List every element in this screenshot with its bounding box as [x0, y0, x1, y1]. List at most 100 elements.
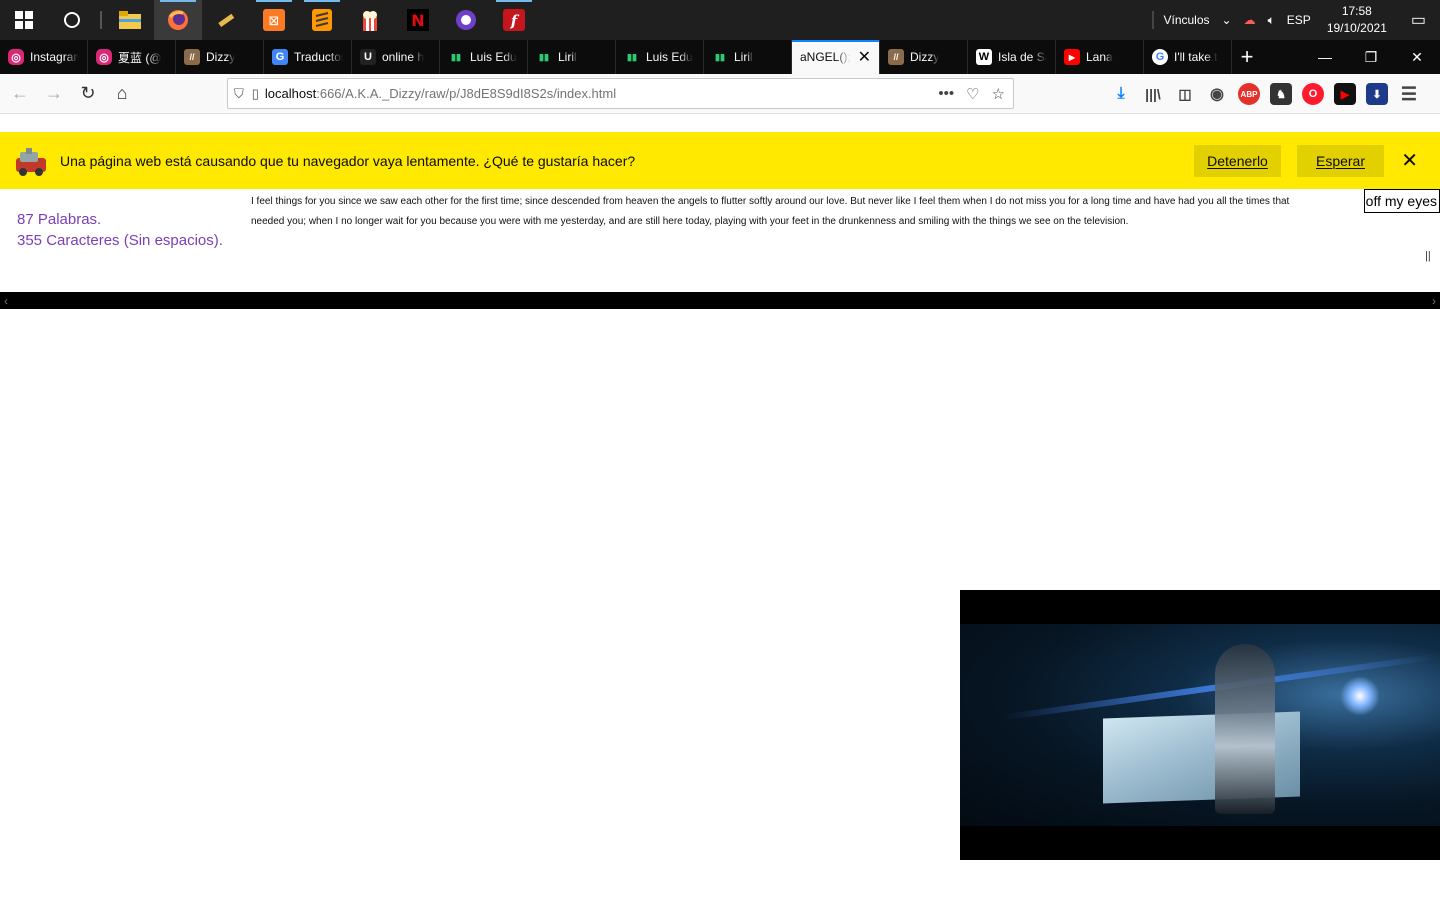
video-spotlight — [1340, 676, 1380, 716]
tab-title: Liril — [558, 50, 577, 64]
close-window-icon[interactable]: ✕ — [1394, 40, 1440, 74]
dizzy-icon: // — [888, 49, 904, 65]
wikipedia-icon: W — [976, 49, 992, 65]
library-icon[interactable]: |||\ — [1142, 83, 1164, 105]
system-tray: Vínculos ⌄ ☁ 🔈︎ ESP 17:58 19/10/2021 ▭ — [1148, 0, 1440, 40]
window-controls: — ❐ ✕ — [1302, 40, 1440, 74]
clock[interactable]: 17:58 19/10/2021 — [1317, 3, 1397, 37]
app-hammer-icon[interactable] — [202, 0, 250, 40]
browser-tab[interactable]: ◎ 夏蓝 (@ — [88, 40, 176, 74]
clock-date: 19/10/2021 — [1326, 21, 1387, 35]
video-downloader-icon[interactable]: ⬇ — [1366, 83, 1388, 105]
pocket-icon[interactable]: ♡ — [966, 85, 979, 103]
ui-icon: U — [360, 49, 376, 65]
close-tab-icon[interactable]: ✕ — [858, 47, 871, 67]
chart-icon: ▮▮ — [627, 51, 637, 62]
windows-taskbar: ⊠ N f Vínculos ⌄ ☁ 🔈︎ ESP 17:58 19/10/20… — [0, 0, 1440, 40]
stop-button[interactable]: Detenerlo — [1194, 145, 1281, 177]
page-info-icon[interactable]: ▯ — [252, 86, 259, 102]
youtube-icon: ▶ — [1064, 49, 1080, 65]
browser-tab[interactable]: ▶ Lana — [1056, 40, 1144, 74]
file-explorer-icon[interactable] — [106, 0, 154, 40]
taskbar-divider — [100, 11, 102, 29]
browser-tab[interactable]: // Dizzy — [880, 40, 968, 74]
wait-button[interactable]: Esperar — [1297, 145, 1384, 177]
chart-icon: ▮▮ — [715, 51, 725, 62]
tab-title: Dizzy — [206, 50, 236, 64]
home-button[interactable]: ⌂ — [106, 78, 138, 110]
tab-title: Traductor — [294, 50, 343, 64]
toolbar-extensions: ⤓ |||\ ◫ ◉ ABP ♞ O ▶ ⬇ ☰ — [1110, 74, 1420, 114]
netflix-icon[interactable]: N — [394, 0, 442, 40]
svg-text:⊠: ⊠ — [269, 14, 280, 29]
dizzy-icon: // — [184, 49, 200, 65]
extension-figure-icon[interactable]: ♞ — [1270, 83, 1292, 105]
browser-tab[interactable]: // Dizzy — [176, 40, 264, 74]
google-translate-icon: G — [272, 49, 288, 65]
browser-tab[interactable]: G I'll take t — [1144, 40, 1232, 74]
chart-icon: ▮▮ — [539, 51, 549, 62]
address-bar[interactable]: ⛉ ▯ localhost:666/A.K.A._Dizzy/raw/p/J8d… — [227, 78, 1014, 109]
tab-title: Isla de Sa — [998, 50, 1047, 64]
lyric-text-box[interactable]: off my eyes. — [1364, 189, 1440, 213]
browser-tab[interactable]: ▮▮ Luis Edu — [440, 40, 528, 74]
opera-vpn-icon[interactable]: O — [1302, 83, 1324, 105]
browser-tab[interactable]: ▮▮ Luis Edu — [616, 40, 704, 74]
tab-title: I'll take t — [1174, 50, 1218, 64]
forward-button[interactable]: → — [38, 78, 70, 110]
youtube-extension-icon[interactable]: ▶ — [1334, 83, 1356, 105]
close-notification-icon[interactable]: ✕ — [1401, 148, 1418, 173]
adblock-plus-icon[interactable]: ABP — [1238, 83, 1260, 105]
sidebar-icon[interactable]: ◫ — [1174, 83, 1196, 105]
cortana-icon[interactable] — [48, 0, 96, 40]
language-indicator[interactable]: ESP — [1281, 13, 1317, 27]
char-count: 355 Caracteres (Sin espacios). — [17, 232, 223, 249]
account-icon[interactable]: ◉ — [1206, 83, 1228, 105]
scroll-right-icon[interactable]: › — [1432, 294, 1436, 308]
tray-expand-icon[interactable]: ⌄ — [1216, 13, 1238, 27]
slow-page-notification: Una página web está causando que tu nave… — [0, 132, 1440, 189]
links-toolbar-label[interactable]: Vínculos — [1158, 13, 1216, 27]
xampp-icon[interactable]: ⊠ — [250, 0, 298, 40]
browser-tab[interactable]: ▮▮ Liril — [528, 40, 616, 74]
downloads-icon[interactable]: ⤓ — [1110, 83, 1132, 105]
poem-text: I feel things for you since we saw each … — [251, 192, 1356, 232]
tab-title: online h — [382, 50, 425, 64]
browser-tab[interactable]: aNGEL(); ✕ — [792, 40, 880, 74]
back-button[interactable]: ← — [4, 78, 36, 110]
new-tab-button[interactable]: + — [1232, 40, 1262, 74]
volume-icon[interactable]: 🔈︎ — [1262, 13, 1281, 28]
instagram-icon: ◎ — [8, 49, 24, 65]
firefox-icon[interactable] — [154, 0, 202, 40]
video-player[interactable] — [960, 590, 1440, 860]
menu-icon[interactable]: ☰ — [1398, 83, 1420, 105]
navigation-toolbar: ← → ↻ ⌂ ⛉ ▯ localhost:666/A.K.A._Dizzy/r… — [0, 74, 1440, 114]
horizontal-scrollbar[interactable]: ‹ › — [0, 292, 1440, 309]
flash-icon[interactable]: f — [490, 0, 538, 40]
tab-title: aNGEL(); — [800, 50, 851, 64]
minimize-icon[interactable]: — — [1302, 40, 1348, 74]
notification-message: Una página web está causando que tu nave… — [60, 152, 636, 169]
sublime-text-icon[interactable] — [298, 0, 346, 40]
bookmark-star-icon[interactable]: ☆ — [992, 85, 1005, 103]
restore-icon[interactable]: ❐ — [1348, 40, 1394, 74]
popcorn-time-icon[interactable] — [346, 0, 394, 40]
tab-title: Dizzy — [910, 50, 940, 64]
url-path: :666/A.K.A._Dizzy/raw/p/J8dE8S9dI8S2s/in… — [316, 86, 617, 101]
notifications-icon[interactable]: ▭ — [1397, 10, 1440, 30]
browser-tab[interactable]: Uonline h — [352, 40, 440, 74]
reload-button[interactable]: ↻ — [72, 78, 104, 110]
browser-tab[interactable]: ◎ Instagram — [0, 40, 88, 74]
browser-tab[interactable]: ▮▮ Liril — [704, 40, 792, 74]
github-desktop-icon[interactable] — [442, 0, 490, 40]
browser-tab[interactable]: W Isla de Sa — [968, 40, 1056, 74]
network-offline-icon[interactable]: ☁ — [1238, 13, 1262, 27]
browser-tab[interactable]: G Traductor — [264, 40, 352, 74]
video-figure — [1215, 644, 1275, 814]
tracking-shield-icon[interactable]: ⛉ — [234, 86, 244, 102]
page-actions-icon[interactable]: ••• — [938, 85, 954, 103]
resize-handle[interactable]: || — [1425, 250, 1431, 262]
scroll-left-icon[interactable]: ‹ — [4, 294, 8, 308]
url-text[interactable]: localhost:666/A.K.A._Dizzy/raw/p/J8dE8S9… — [265, 86, 616, 101]
start-icon[interactable] — [0, 0, 48, 40]
